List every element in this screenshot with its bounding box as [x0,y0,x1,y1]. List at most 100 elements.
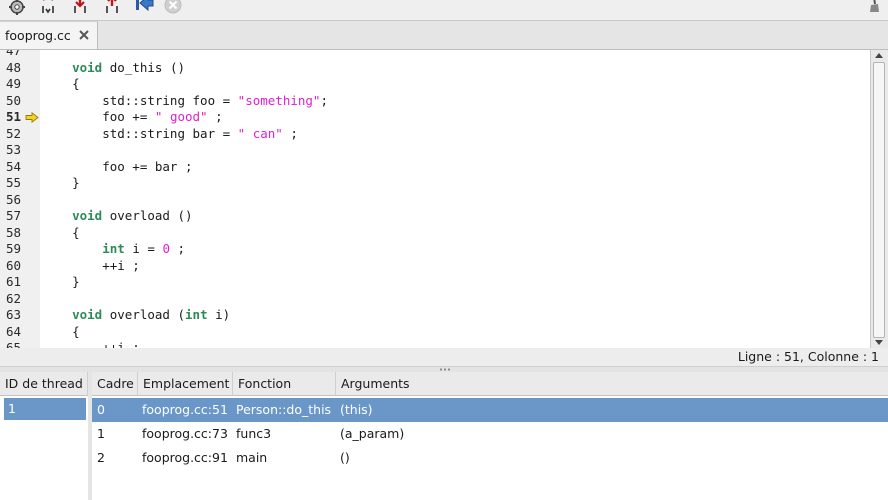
file-tab-bar: fooprog.cc [0,21,888,50]
code-line[interactable]: 50 std::string foo = "something"; [0,93,870,110]
function-cell: main [236,450,268,465]
line-number[interactable]: 61 [6,274,36,291]
code-line[interactable]: 49 { [0,76,870,93]
code-token: i) [207,307,231,322]
location-cell: fooprog.cc:51 [142,402,228,417]
line-number[interactable]: 48 [6,60,36,77]
code-token: ; [169,241,186,256]
broom-icon[interactable] [866,0,882,14]
code-line[interactable]: 62 [0,291,870,308]
code-token: ++i ; [42,257,140,273]
editor-vertical-scrollbar[interactable] [870,50,888,348]
code-text: std::string foo = "something"; [42,93,328,110]
code-text: { [42,324,80,341]
go-back-button[interactable] [133,0,155,16]
code-text: } [42,274,80,291]
code-text: { [42,76,80,93]
code-text: foo += " good" ; [42,109,222,126]
code-text: { [42,225,80,242]
code-line[interactable]: 59 int i = 0 ; [0,241,870,258]
table-row[interactable]: 0 fooprog.cc:51 Person::do_this (this) [92,398,888,422]
tab-label: fooprog.cc [5,28,71,43]
code-line[interactable]: 60 ++i ; [0,258,870,275]
code-line[interactable]: 56 [0,192,870,209]
column-header-function[interactable]: Fonction [233,372,336,396]
table-row[interactable]: 1 fooprog.cc:73 func3 (a_param) [92,422,888,446]
function-cell: func3 [236,426,272,441]
code-token: std::string bar = [42,125,238,141]
close-icon[interactable] [77,28,91,42]
stop-button[interactable] [162,0,184,16]
tab-fooprog[interactable]: fooprog.cc [0,21,98,49]
arguments-cell: (a_param) [340,426,405,441]
step-over-button[interactable] [37,0,59,16]
code-token: int [102,241,125,256]
scroll-up-icon[interactable] [875,53,883,58]
code-line[interactable]: 53 [0,142,870,159]
line-number[interactable]: 56 [6,192,36,209]
code-line[interactable]: 55 } [0,175,870,192]
code-line[interactable]: 51 foo += " good" ; [0,109,870,126]
line-number[interactable]: 59 [6,241,36,258]
code-line[interactable]: 58 { [0,225,870,242]
column-header-location[interactable]: Emplacement [138,372,233,396]
code-token: foo += [42,109,155,124]
code-token: std::string foo = [42,92,238,108]
splitter-grip-icon[interactable] [439,368,451,371]
arguments-cell: (this) [340,402,373,417]
line-number[interactable]: 54 [6,159,36,176]
code-text: std::string bar = " can" ; [42,126,298,143]
line-number[interactable]: 55 [6,175,36,192]
code-token: void [72,307,103,322]
code-line[interactable]: 61 } [0,274,870,291]
code-token: foo += bar ; [42,158,193,174]
code-line[interactable]: 47 [0,50,870,60]
scroll-down-icon[interactable] [875,340,883,345]
debugger-toolbar [0,0,888,21]
line-number[interactable]: 60 [6,258,36,275]
line-number[interactable]: 47 [6,50,36,60]
line-number[interactable]: 53 [6,142,36,159]
line-number[interactable]: 63 [6,307,36,324]
column-header-arguments[interactable]: Arguments [336,372,888,396]
cursor-position: Ligne : 51, Colonne : 1 [737,349,879,364]
code-token: "something" [237,92,321,108]
line-number[interactable]: 50 [6,93,36,110]
execution-pointer-icon [25,112,39,123]
column-header-frame[interactable]: Cadre [92,372,138,396]
code-token: void [72,208,103,223]
scroll-thumb[interactable] [873,62,885,338]
status-bar: Ligne : 51, Colonne : 1 [0,348,888,366]
line-number[interactable]: 49 [6,76,36,93]
table-row[interactable]: 2 fooprog.cc:91 main () [92,446,888,470]
code-token: i = [124,241,163,256]
line-number[interactable]: 64 [6,324,36,341]
code-token: } [42,274,80,289]
code-line[interactable]: 54 foo += bar ; [0,159,870,176]
code-line[interactable]: 64 { [0,324,870,341]
line-number[interactable]: 58 [6,225,36,242]
thread-row[interactable]: 1 [4,398,86,420]
line-number[interactable]: 62 [6,291,36,308]
code-text: void overload (int i) [42,307,230,324]
code-line[interactable]: 63 void overload (int i) [0,307,870,324]
line-number[interactable]: 57 [6,208,36,225]
debug-settings-button[interactable] [6,0,28,16]
thread-id-header[interactable]: ID de thread [0,372,88,396]
code-token: overload ( [102,307,186,322]
line-number[interactable]: 52 [6,126,36,143]
code-line[interactable]: 48 void do_this () [0,60,870,77]
code-text: int i = 0 ; [42,241,185,258]
code-token: void [72,59,103,75]
frame-cell: 1 [97,426,105,441]
code-text: void do_this () [42,60,185,77]
code-token: overload () [102,208,193,223]
code-line[interactable]: 57 void overload () [0,208,870,225]
code-line[interactable]: 52 std::string bar = " can" ; [0,126,870,143]
location-cell: fooprog.cc:91 [142,450,228,465]
threads-list: ID de thread 1 [0,372,89,500]
source-editor[interactable]: 47 48 void do_this () 49 {50 std::string f… [0,50,870,349]
step-out-button[interactable] [101,0,123,16]
step-into-button[interactable] [69,0,91,16]
